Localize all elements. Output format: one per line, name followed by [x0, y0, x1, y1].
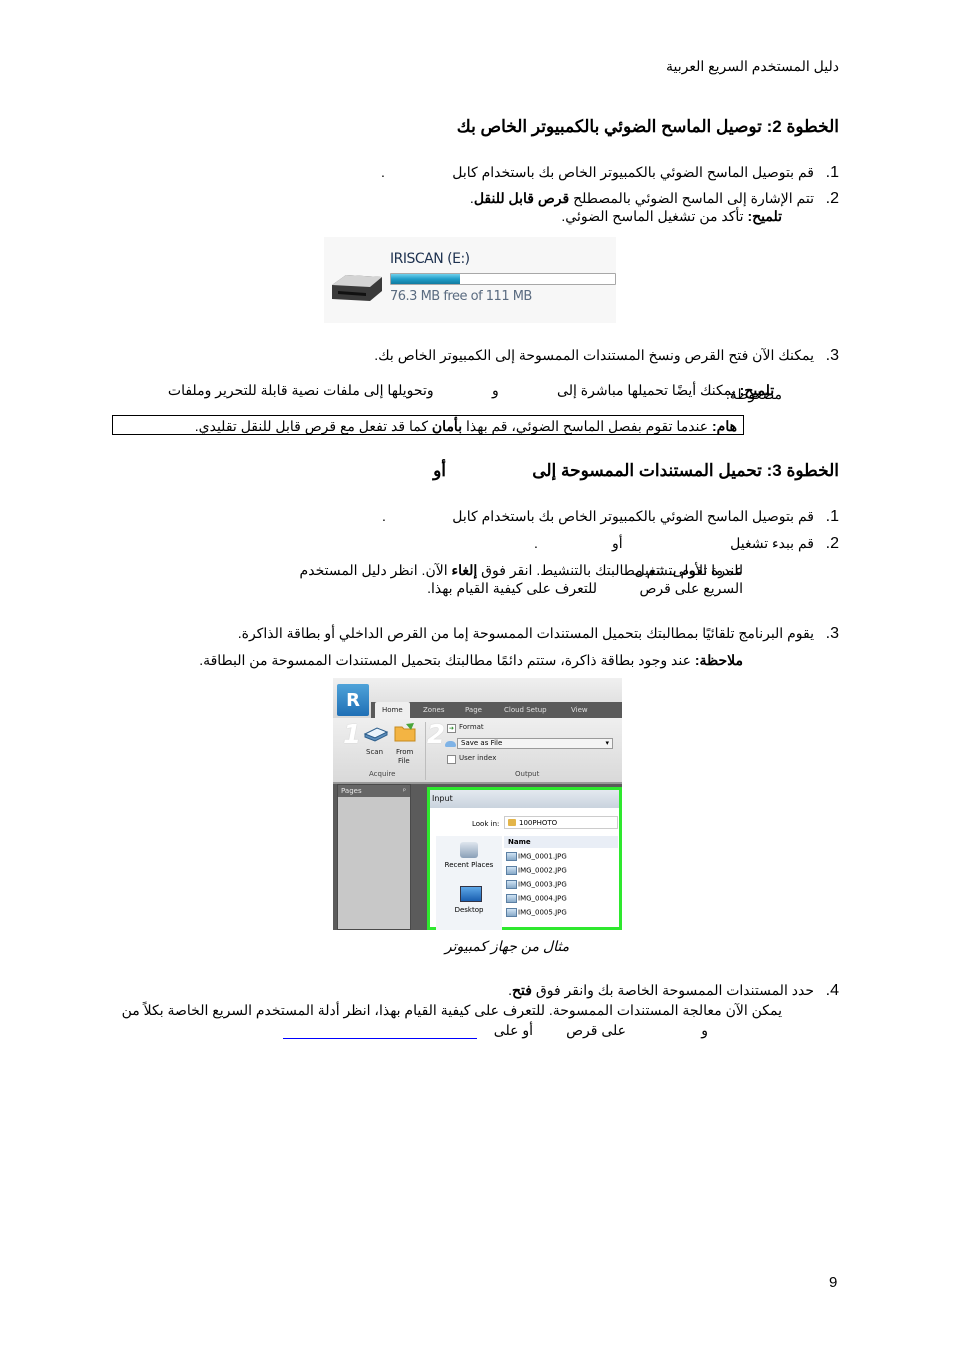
tab-page[interactable]: Page	[465, 706, 482, 714]
step3-item-4-line2: يمكن الآن معالجة المستندات الممسوحة. للت…	[121, 1002, 782, 1018]
figure-caption: مثال من جهاز كمبيوتر	[444, 938, 570, 954]
input-dialog-body: Look in: 100PHOTO Recent Places Desktop …	[430, 808, 619, 930]
image-file-icon	[506, 908, 517, 917]
input-dialog: Input Look in: 100PHOTO Recent Places De…	[427, 787, 622, 930]
removable-disk-term: قرص قابل للنقل	[473, 190, 570, 206]
activation-note-line2-end: للتعرف على كيفية القيام بهذا.	[427, 580, 597, 596]
save-as-dropdown[interactable]: Save as File ▾	[457, 738, 613, 749]
pages-panel: Pages ᵖ	[337, 784, 411, 930]
drive-free-space: 76.3 MB free of 111 MB	[390, 289, 532, 304]
step3-item-4: 4. حدد المستندات الممسوحة الخاصة بك وانق…	[508, 982, 839, 999]
image-file-icon	[506, 866, 517, 875]
important-note: هام: عندما تقوم بفصل الماسح الضوئي، قم ب…	[112, 415, 744, 435]
removable-drive-figure: IRISCAN (E:) 76.3 MB free of 111 MB	[324, 237, 616, 323]
pin-icon[interactable]: ᵖ	[403, 787, 406, 795]
desktop-button[interactable]: Desktop	[436, 906, 502, 914]
drive-usage-bar	[390, 273, 616, 285]
ribbon: 1 Scan From File Acquire 2 ➜ Format Save…	[333, 718, 622, 784]
places-bar: Recent Places Desktop	[436, 836, 502, 930]
scanner-icon	[363, 727, 389, 742]
look-in-label: Look in:	[472, 820, 500, 828]
step2-heading: الخطوة 2: توصيل الماسح الضوئي بالكمبيوتر…	[456, 117, 839, 136]
tab-cloud-setup[interactable]: Cloud Setup	[504, 706, 547, 714]
from-file-folder-icon	[394, 723, 416, 742]
file-row[interactable]: IMG_0002.JPG	[506, 866, 567, 875]
activation-note-line1-start: عندما تقوم بتشغيل	[634, 562, 743, 578]
step3-item-3: 3. يقوم البرنامج تلقائيًا بمطالبتك بتحمي…	[237, 625, 839, 642]
page-number: 9	[829, 1274, 838, 1291]
format-button[interactable]: Format	[459, 723, 484, 731]
step3-heading: الخطوة 3: تحميل المستندات الممسوحة إلى	[532, 461, 839, 480]
step3-item-2-trail: .	[534, 535, 538, 551]
image-file-icon	[506, 894, 517, 903]
step3-item-2-or: أو	[612, 535, 623, 551]
step2-item-3-tip-cont: مضغوطة.	[725, 386, 782, 402]
drive-name: IRISCAN (E:)	[390, 251, 470, 267]
from-file-button-line2[interactable]: File	[398, 757, 410, 765]
step2-item-3: 3. يمكنك الآن فتح القرص ونسخ المستندات ا…	[374, 347, 839, 364]
file-row[interactable]: IMG_0004.JPG	[506, 894, 567, 903]
step2-item-1: 1. قم بتوصيل الماسح الضوئي بالكمبيوتر ال…	[452, 164, 839, 181]
step3-item-4-and: و	[701, 1022, 708, 1038]
step3-item-1: 1. قم بتوصيل الماسح الضوئي بالكمبيوتر ال…	[452, 508, 839, 525]
ribbon-tabs: Home Zones Page Cloud Setup View	[371, 702, 622, 718]
step3-item-1-trail: .	[382, 508, 386, 524]
step2-tip: تلميح: تأكد من تشغيل الماسح الضوئي.	[561, 208, 782, 224]
format-icon: ➜	[447, 724, 456, 733]
hyperlink-underline[interactable]	[283, 1038, 477, 1039]
user-index-checkbox[interactable]	[447, 755, 456, 764]
file-row[interactable]: IMG_0003.JPG	[506, 880, 567, 889]
look-in-dropdown[interactable]: 100PHOTO	[504, 816, 618, 829]
step-2-number: 2	[427, 720, 446, 750]
pages-panel-header: Pages ᵖ	[338, 785, 410, 797]
removable-drive-icon	[332, 275, 382, 301]
step2-item-2: 2. تتم الإشارة إلى الماسح الضوئي بالمصطل…	[469, 190, 839, 207]
memory-card-note: ملاحظة: عند وجود بطاقة ذاكرة، ستتم دائمً…	[199, 652, 743, 668]
tab-zones[interactable]: Zones	[423, 706, 444, 714]
tab-home[interactable]: Home	[375, 702, 410, 718]
scan-button[interactable]: Scan	[366, 748, 383, 756]
activation-note-line2-start: السريع على قرص	[639, 580, 744, 596]
step3-item-2: 2. قم ببدء تشغيل	[730, 535, 839, 552]
step3-item-4-or-on: أو على	[493, 1022, 533, 1038]
readiris-screenshot: R Home Zones Page Cloud Setup View 1 Sca…	[333, 678, 622, 930]
recent-places-button[interactable]: Recent Places	[436, 861, 502, 869]
drive-usage-fill	[391, 274, 461, 284]
step2-item-1-trail: .	[381, 164, 385, 180]
recent-places-icon	[460, 842, 478, 858]
input-dialog-title: Input	[430, 790, 619, 808]
chevron-down-icon: ▾	[605, 739, 609, 747]
user-index-label: User index	[459, 754, 497, 762]
group-separator	[425, 722, 426, 780]
image-file-icon	[506, 880, 517, 889]
acquire-group-label: Acquire	[369, 770, 396, 778]
name-column-header[interactable]: Name	[504, 836, 618, 848]
running-header: دليل المستخدم السريع العربية	[666, 58, 839, 74]
step3-item-4-on-disk: على قرص	[566, 1022, 626, 1038]
desktop-icon	[460, 886, 482, 902]
folder-icon	[508, 819, 516, 826]
step3-heading-or: أو	[433, 461, 446, 480]
output-group-label: Output	[515, 770, 540, 778]
step-1-number: 1	[343, 720, 362, 750]
file-row[interactable]: IMG_0005.JPG	[506, 908, 567, 917]
cloud-icon	[445, 741, 456, 747]
file-row[interactable]: IMG_0001.JPG	[506, 852, 567, 861]
tab-view[interactable]: View	[571, 706, 588, 714]
image-file-icon	[506, 852, 517, 861]
app-logo[interactable]: R	[337, 684, 369, 716]
from-file-button-line1[interactable]: From	[396, 748, 413, 756]
